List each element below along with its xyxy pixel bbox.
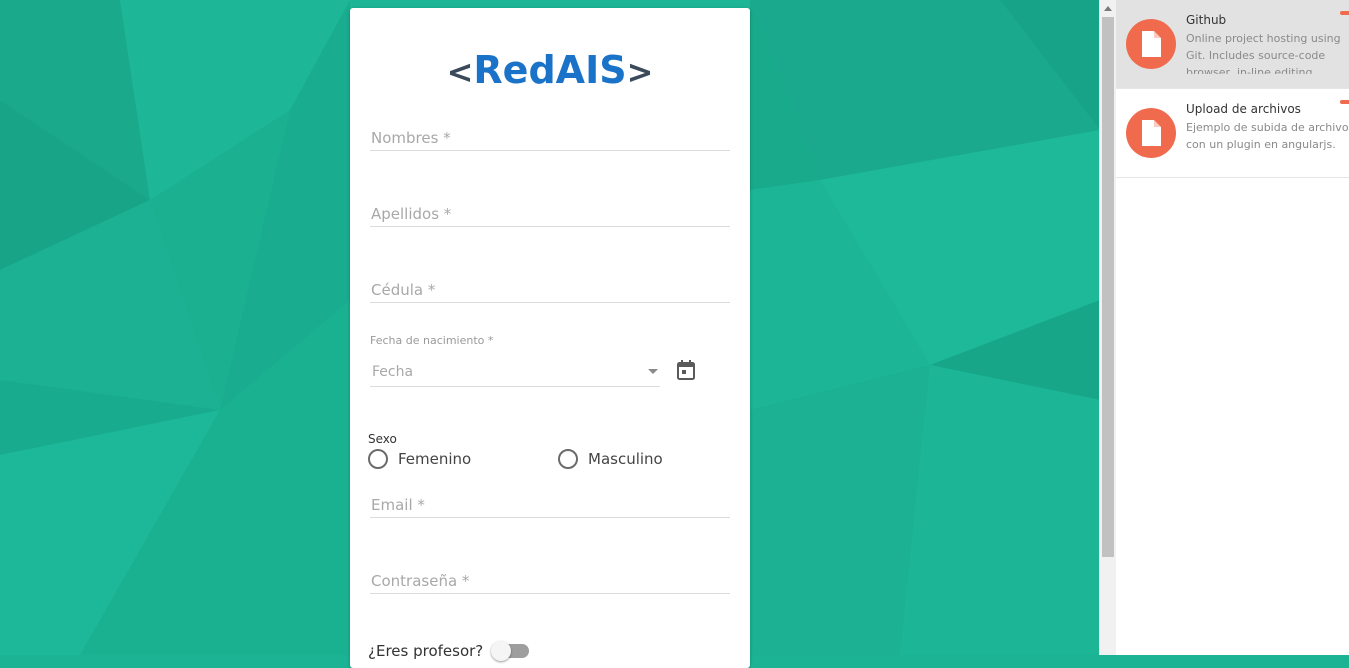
radio-masculino[interactable]: Masculino [558,448,663,470]
fecha-nacimiento-select[interactable]: Fecha [370,360,660,387]
dropdown-arrow-icon[interactable] [648,369,658,374]
scroll-up-arrow-icon[interactable] [1104,6,1112,11]
registration-card: <RedAIS> Nombres * Apellidos * Cédula * … [350,8,750,668]
logo-close-bracket: > [626,53,654,91]
cedula-field[interactable]: Cédula * [370,278,730,303]
apellidos-label: Apellidos * [371,205,452,223]
side-item-upload-de-archivos[interactable]: Upload de archivos Ejemplo de subida de … [1116,89,1349,178]
logo-text: RedAIS [473,48,627,92]
radio-circle-icon[interactable] [558,449,578,469]
sexo-label: Sexo [368,432,397,446]
status-flag [1340,100,1349,104]
profesor-toggle[interactable] [491,641,530,661]
side-panel: Github Online project hosting using Git.… [1116,0,1349,655]
status-flag [1340,11,1349,15]
password-field[interactable]: Contraseña * [370,569,730,594]
radio-femenino[interactable]: Femenino [368,448,471,470]
password-label: Contraseña * [371,572,470,590]
profesor-label: ¿Eres profesor? [368,642,484,660]
toggle-knob[interactable] [491,641,512,661]
side-item-github[interactable]: Github Online project hosting using Git.… [1116,0,1349,89]
email-label: Email * [371,496,425,514]
side-item-description: Ejemplo de subida de archivos con un plu… [1186,121,1349,151]
radio-femenino-label: Femenino [398,450,472,468]
side-item-title: Github [1186,13,1227,27]
vertical-scrollbar[interactable] [1099,0,1116,655]
logo-open-bracket: < [446,53,474,91]
scrollbar-thumb[interactable] [1102,17,1114,557]
radio-circle-icon[interactable] [368,449,388,469]
profesor-row: ¿Eres profesor? [368,640,530,662]
radio-masculino-label: Masculino [588,450,663,468]
side-item-description: Online project hosting using Git. Includ… [1186,32,1341,74]
redais-logo: <RedAIS> [350,48,750,94]
side-item-title: Upload de archivos [1186,102,1301,116]
email-field[interactable]: Email * [370,493,730,518]
cedula-label: Cédula * [371,281,436,299]
apellidos-field[interactable]: Apellidos * [370,202,730,227]
fecha-caption: Fecha de nacimiento * [370,334,494,347]
nombres-field[interactable]: Nombres * [370,126,730,151]
nombres-label: Nombres * [371,129,451,147]
fecha-placeholder: Fecha [372,364,414,380]
file-icon [1126,108,1176,158]
calendar-icon[interactable] [675,358,697,382]
file-icon [1126,19,1176,69]
